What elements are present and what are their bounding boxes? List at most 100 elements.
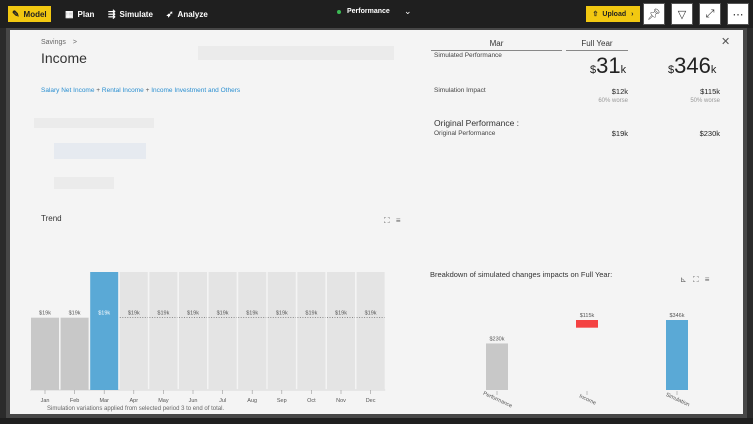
x-tick-label: Sep [277,398,287,404]
more-icon: ⋯ [732,8,744,21]
data-label: $19k [98,311,110,317]
simulate-icon: ⇶ [108,8,116,19]
tab-simulate[interactable]: ⇶ Simulate [108,6,153,22]
filter-icon: ▽ [677,8,687,21]
simulation-impact-label: Simulation Impact [434,87,486,94]
focus-icon[interactable]: ⛶ [384,216,390,225]
breakdown-bar [666,320,688,390]
close-icon[interactable]: ✕ [721,35,730,48]
impact-mar-value: $12k [611,87,628,96]
simulated-full-year-value: $346k [668,53,716,79]
simulated-mar-number: 31 [596,53,621,78]
drill-icon[interactable]: ⊾ [680,275,687,284]
tab-simulate-label: Simulate [119,9,153,19]
formula-term[interactable]: Income Investment and Others [151,87,240,94]
bar [356,317,385,390]
top-toolbar: ✎ Model ▦ Plan ⇶ Simulate ➶ Analyze Perf… [0,0,753,28]
tab-plan-label: Plan [77,9,95,19]
breadcrumb-separator: > [72,39,77,46]
x-tick-label: Feb [70,398,79,404]
original-performance-title: Original Performance : [434,118,520,128]
upload-button[interactable]: ⇧ Upload › [586,6,640,22]
breakdown-bar [486,343,508,390]
bar [297,317,326,390]
calendar-icon: ▦ [65,8,74,19]
unit-suffix: k [710,64,717,76]
data-label: $19k [335,311,347,317]
bottom-bar [0,418,753,424]
data-label: $230k [490,336,505,342]
view-label: Performance [347,8,390,15]
kpi-column-mar: Mar [431,39,562,51]
ghost-row [34,118,154,128]
tab-analyze-label: Analyze [177,9,208,19]
original-performance-label: Original Performance [434,130,496,137]
breakdown-visual-actions: ⊾ ⛶ ≡ [680,275,709,285]
x-tick-label: Performance [482,391,513,408]
ghost-item [54,177,114,189]
trend-footnote: Simulation variations applied from selec… [47,406,225,412]
data-label: $19k [128,311,140,317]
menu-icon[interactable]: ≡ [396,216,401,225]
tab-model[interactable]: ✎ Model [8,6,51,22]
formula-term[interactable]: Rental Income [102,87,144,94]
selected-bar [90,272,119,390]
ghost-toolbar [198,46,394,60]
simulated-full-year-number: 346 [674,53,711,78]
view-selector[interactable]: Performance [337,8,390,15]
bar [149,317,178,390]
chevron-down-icon[interactable]: ⌄ [404,6,412,17]
x-tick-label: Jul [219,398,226,404]
formula-plus: + [145,87,150,94]
upload-chevron-icon: › [631,10,634,18]
impact-full-year-value: $115k [700,87,720,96]
simulated-mar-value: $31k [590,53,626,79]
breakdown-title: Breakdown of simulated changes impacts o… [430,270,613,279]
menu-icon[interactable]: ≡ [705,275,710,284]
focus-icon[interactable]: ⛶ [693,275,699,284]
more-options-button[interactable]: ⋯ [727,3,749,25]
status-dot [337,9,341,14]
trend-visual-actions: ⛶ ≡ [384,216,401,226]
data-label: $19k [69,311,81,317]
filter-button[interactable]: ▽ [671,3,693,25]
data-label: $19k [276,311,288,317]
unit-suffix: k [620,64,627,76]
bar [119,317,148,390]
impact-mar-note: 60% worse [598,98,628,104]
pin-icon: 📌︎ [647,8,661,21]
x-tick-label: Simulation [665,392,691,408]
trend-title: Trend [41,214,62,223]
x-tick-label: Mar [99,398,109,404]
formula-term[interactable]: Salary Net Income [41,87,94,94]
bar [267,317,296,390]
breakdown-chart: $230k Performance $115k Income $346k Simulati… [482,313,691,408]
tab-analyze[interactable]: ➶ Analyze [166,6,208,22]
data-label: $19k [305,311,317,317]
breadcrumb[interactable]: Savings > [41,39,77,46]
page-title: Income [41,50,87,66]
impact-full-year-note: 50% worse [690,98,720,104]
focus-mode-button[interactable]: ⤢ [699,3,721,25]
formula-plus: + [96,87,101,94]
bar [238,317,267,390]
expand-icon: ⤢ [705,7,715,20]
x-tick-label: May [158,398,169,404]
pin-button[interactable]: 📌︎ [643,3,665,25]
data-label: $115k [580,313,595,319]
breadcrumb-parent[interactable]: Savings [41,39,66,46]
kpi-column-full-year: Full Year [566,39,628,51]
x-tick-label: Jun [189,398,198,404]
data-label: $19k [365,311,377,317]
pencil-icon: ✎ [12,8,20,19]
upload-label: Upload [602,10,627,18]
x-tick-label: Jan [41,398,50,404]
tab-plan[interactable]: ▦ Plan [65,6,94,22]
x-tick-label: Apr [130,398,139,404]
data-label: $19k [157,311,169,317]
bar [208,317,237,390]
data-label: $346k [670,313,685,319]
data-label: $19k [217,311,229,317]
upload-icon: ⇧ [592,11,599,18]
breakdown-bar [576,320,598,328]
